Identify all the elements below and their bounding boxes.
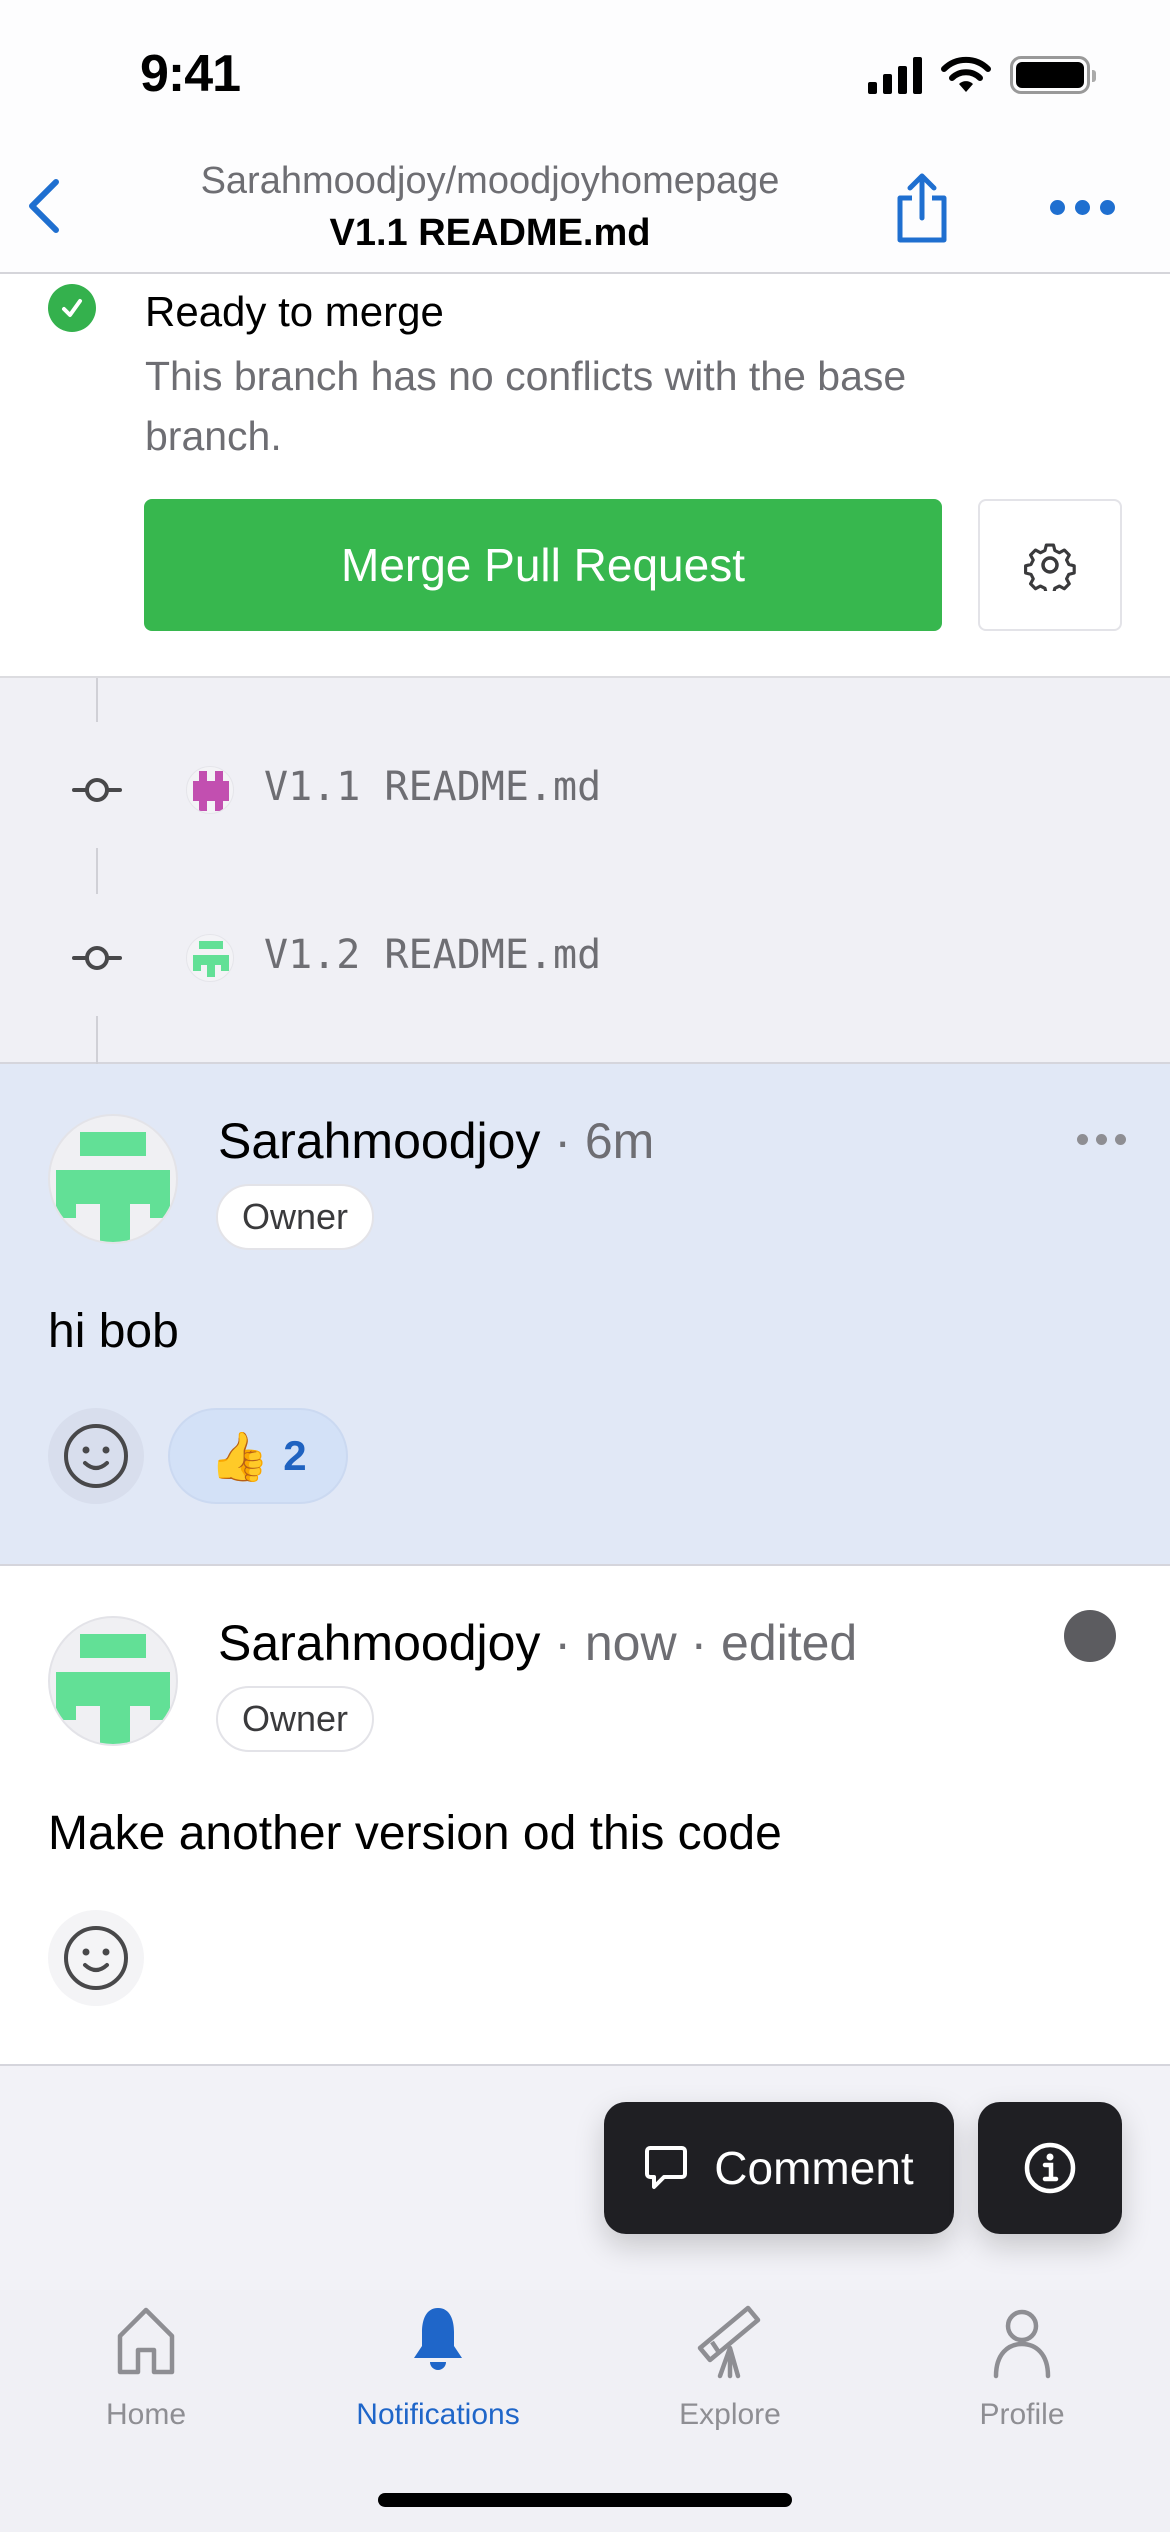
commit-author-avatar xyxy=(186,766,234,814)
tab-label: Explore xyxy=(679,2398,781,2431)
avatar[interactable] xyxy=(48,1616,178,1746)
dot xyxy=(1115,1134,1126,1145)
comment-more-button[interactable] xyxy=(1077,1134,1126,1145)
commit-row[interactable]: V1.2 README.md xyxy=(0,918,1170,998)
telescope-icon xyxy=(697,2305,761,2379)
thumbs-up-icon: 👍 xyxy=(209,1430,270,1484)
owner-badge: Owner xyxy=(216,1686,375,1752)
tab-notifications[interactable]: Notifications xyxy=(292,2300,584,2432)
comment-bubble-icon xyxy=(645,2146,688,2189)
info-icon xyxy=(1024,2142,1076,2194)
dot xyxy=(1075,199,1090,215)
comment-item: Sarahmoodjoy · now · edited Owner Make a… xyxy=(0,1566,1170,2066)
comment-item: Sarahmoodjoy · 6m Owner hi bob 👍 2 xyxy=(0,1064,1170,1566)
comment-header: Sarahmoodjoy · 6m xyxy=(218,1112,654,1170)
commit-message: V1.1 README.md xyxy=(264,764,602,810)
status-icons xyxy=(868,56,1096,94)
dot xyxy=(1096,1134,1107,1145)
comment-button[interactable]: Comment xyxy=(604,2102,954,2234)
tab-label: Notifications xyxy=(356,2398,520,2431)
status-time: 9:41 xyxy=(140,45,241,103)
merge-status-section: Ready to merge This branch has no confli… xyxy=(0,274,1170,678)
more-options-button[interactable] xyxy=(1050,192,1120,222)
wifi-icon xyxy=(941,56,991,92)
page-title: V1.1 README.md xyxy=(329,212,651,254)
reaction-count: 2 xyxy=(283,1432,307,1479)
owner-badge: Owner xyxy=(216,1184,375,1250)
add-reaction-button[interactable] xyxy=(48,1408,144,1504)
comment-timestamp: · 6m xyxy=(540,1113,655,1169)
home-icon xyxy=(117,2307,175,2375)
smiley-icon xyxy=(64,1926,128,1990)
commit-author-avatar xyxy=(186,934,234,982)
tab-explore[interactable]: Explore xyxy=(584,2300,876,2432)
battery-icon xyxy=(1010,56,1096,94)
tab-label: Home xyxy=(105,2398,187,2431)
merge-status-description: This branch has no conflicts with the ba… xyxy=(145,353,907,459)
share-icon xyxy=(897,173,947,243)
timeline-line xyxy=(96,678,98,722)
comment-timestamp: · now · edited xyxy=(540,1615,858,1671)
home-indicator xyxy=(378,2493,792,2507)
dot xyxy=(1077,1134,1088,1145)
comment-author[interactable]: Sarahmoodjoy xyxy=(218,1113,540,1169)
reaction-thumbs-up[interactable]: 👍 2 xyxy=(168,1408,348,1504)
comment-more-button[interactable] xyxy=(1064,1610,1116,1662)
tab-profile[interactable]: Profile xyxy=(876,2300,1168,2432)
navigation-bar: Sarahmoodjoy/moodjoyhomepage V1.1 README… xyxy=(0,150,1170,274)
share-button[interactable] xyxy=(892,170,952,250)
person-icon xyxy=(993,2309,1051,2379)
bell-icon xyxy=(414,2308,462,2370)
timeline-line xyxy=(96,848,98,894)
commit-node-icon xyxy=(72,778,122,802)
commit-message: V1.2 README.md xyxy=(264,932,602,978)
dot xyxy=(1100,199,1115,215)
timeline-line xyxy=(96,1016,98,1064)
smiley-icon xyxy=(64,1424,128,1488)
gear-icon xyxy=(1024,543,1076,591)
check-circle-icon xyxy=(48,284,96,332)
status-bar: 9:41 xyxy=(0,0,1170,150)
add-reaction-button[interactable] xyxy=(48,1910,144,2006)
commits-timeline: V1.1 README.md V1.2 README.md xyxy=(0,678,1170,1064)
avatar[interactable] xyxy=(48,1114,178,1244)
comment-button-label: Comment xyxy=(714,2142,914,2194)
merge-settings-button[interactable] xyxy=(978,499,1122,631)
repository-name[interactable]: Sarahmoodjoy/moodjoyhomepage xyxy=(0,160,990,203)
comment-header: Sarahmoodjoy · now · edited xyxy=(218,1614,857,1672)
merge-status-title: Ready to merge xyxy=(145,288,444,335)
info-button[interactable] xyxy=(978,2102,1122,2234)
commit-node-icon xyxy=(72,946,122,970)
comment-body: Make another version od this code xyxy=(48,1807,782,1860)
tab-label: Profile xyxy=(979,2398,1065,2431)
dot xyxy=(1050,199,1065,215)
tab-home[interactable]: Home xyxy=(0,2300,292,2432)
cellular-signal-icon xyxy=(868,56,922,94)
comment-author[interactable]: Sarahmoodjoy xyxy=(218,1615,540,1671)
merge-pull-request-button[interactable]: Merge Pull Request xyxy=(144,499,942,631)
comment-body: hi bob xyxy=(48,1305,179,1358)
commit-row[interactable]: V1.1 README.md xyxy=(0,750,1170,830)
